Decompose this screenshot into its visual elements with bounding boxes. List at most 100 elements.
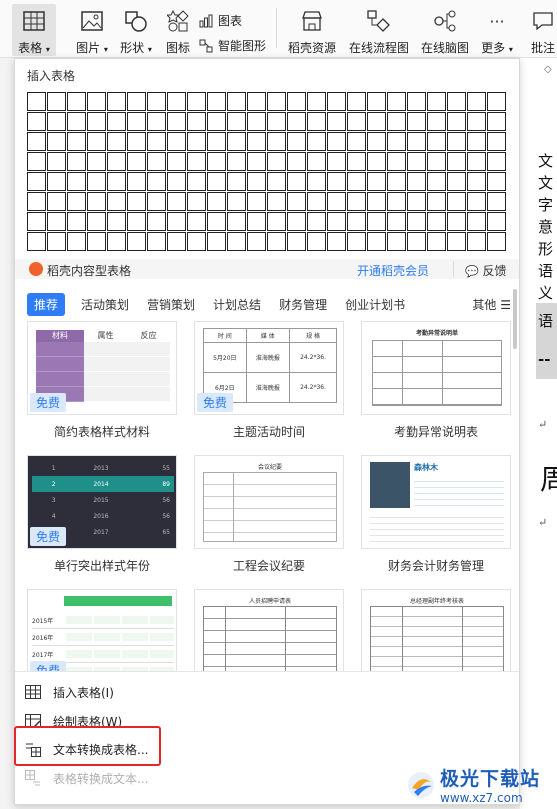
insert-table-menu-item[interactable]: 插入表格(I): [25, 678, 114, 706]
grid-cell[interactable]: [407, 152, 426, 171]
grid-cell[interactable]: [287, 152, 306, 171]
grid-cell[interactable]: [167, 172, 186, 191]
grid-cell[interactable]: [227, 152, 246, 171]
tab-plan-summary[interactable]: 计划总结: [213, 296, 261, 313]
grid-cell[interactable]: [347, 92, 366, 111]
grid-cell[interactable]: [407, 232, 426, 251]
grid-cell[interactable]: [347, 192, 366, 211]
grid-cell[interactable]: [67, 92, 86, 111]
grid-cell[interactable]: [107, 192, 126, 211]
grid-cell[interactable]: [307, 152, 326, 171]
grid-cell[interactable]: [407, 212, 426, 231]
grid-cell[interactable]: [447, 232, 466, 251]
table-button[interactable]: 表格 ▾: [12, 4, 56, 56]
mindmap-button[interactable]: 在线脑图: [417, 4, 473, 56]
grid-cell[interactable]: [327, 132, 346, 151]
grid-cell[interactable]: [307, 232, 326, 251]
grid-cell[interactable]: [47, 152, 66, 171]
grid-cell[interactable]: [447, 152, 466, 171]
grid-cell[interactable]: [287, 132, 306, 151]
grid-cell[interactable]: [407, 172, 426, 191]
tab-recommended[interactable]: 推荐: [27, 292, 66, 316]
grid-cell[interactable]: [207, 212, 226, 231]
grid-cell[interactable]: [287, 232, 306, 251]
grid-cell[interactable]: [267, 92, 286, 111]
tab-business-plan[interactable]: 创业计划书: [345, 296, 405, 313]
grid-cell[interactable]: [367, 132, 386, 151]
grid-cell[interactable]: [147, 192, 166, 211]
grid-cell[interactable]: [387, 152, 406, 171]
grid-cell[interactable]: [467, 212, 486, 231]
grid-cell[interactable]: [207, 192, 226, 211]
grid-cell[interactable]: [247, 112, 266, 131]
grid-cell[interactable]: [327, 152, 346, 171]
grid-cell[interactable]: [227, 132, 246, 151]
image-button[interactable]: 图片 ▾: [70, 4, 114, 56]
grid-cell[interactable]: [167, 152, 186, 171]
grid-cell[interactable]: [127, 192, 146, 211]
grid-cell[interactable]: [307, 132, 326, 151]
grid-cell[interactable]: [367, 152, 386, 171]
grid-cell[interactable]: [47, 192, 66, 211]
grid-cell[interactable]: [67, 212, 86, 231]
grid-cell[interactable]: [287, 92, 306, 111]
grid-cell[interactable]: [27, 172, 46, 191]
grid-cell[interactable]: [67, 132, 86, 151]
grid-cell[interactable]: [187, 112, 206, 131]
grid-cell[interactable]: [187, 92, 206, 111]
grid-cell[interactable]: [327, 232, 346, 251]
grid-cell[interactable]: [427, 152, 446, 171]
grid-cell[interactable]: [187, 232, 206, 251]
grid-cell[interactable]: [347, 152, 366, 171]
grid-cell[interactable]: [287, 112, 306, 131]
grid-cell[interactable]: [187, 172, 206, 191]
grid-cell[interactable]: [127, 232, 146, 251]
flowchart-button[interactable]: 在线流程图: [346, 4, 412, 56]
grid-cell[interactable]: [387, 132, 406, 151]
grid-cell[interactable]: [87, 132, 106, 151]
docer-resource-button[interactable]: 稻壳资源: [284, 4, 340, 56]
grid-cell[interactable]: [467, 152, 486, 171]
grid-cell[interactable]: [247, 212, 266, 231]
grid-cell[interactable]: [467, 192, 486, 211]
grid-cell[interactable]: [327, 112, 346, 131]
grid-cell[interactable]: [147, 212, 166, 231]
open-vip-link[interactable]: 开通稻壳会员: [357, 262, 429, 279]
grid-cell[interactable]: [207, 92, 226, 111]
grid-cell[interactable]: [127, 172, 146, 191]
grid-cell[interactable]: [247, 192, 266, 211]
grid-cell[interactable]: [367, 212, 386, 231]
grid-cell[interactable]: [347, 212, 366, 231]
grid-cell[interactable]: [27, 192, 46, 211]
grid-cell[interactable]: [407, 192, 426, 211]
grid-cell[interactable]: [127, 92, 146, 111]
grid-cell[interactable]: [447, 192, 466, 211]
grid-cell[interactable]: [347, 132, 366, 151]
grid-cell[interactable]: [207, 152, 226, 171]
grid-cell[interactable]: [367, 92, 386, 111]
chart-button[interactable]: 图表: [199, 12, 242, 29]
grid-cell[interactable]: [307, 92, 326, 111]
grid-cell[interactable]: [127, 212, 146, 231]
grid-cell[interactable]: [27, 232, 46, 251]
grid-cell[interactable]: [427, 232, 446, 251]
grid-cell[interactable]: [47, 92, 66, 111]
grid-cell[interactable]: [327, 172, 346, 191]
icon-button[interactable]: 图标: [160, 4, 196, 56]
grid-cell[interactable]: [67, 232, 86, 251]
grid-cell[interactable]: [207, 112, 226, 131]
grid-cell[interactable]: [427, 92, 446, 111]
grid-cell[interactable]: [467, 132, 486, 151]
grid-cell[interactable]: [227, 212, 246, 231]
grid-cell[interactable]: [267, 192, 286, 211]
grid-cell[interactable]: [127, 152, 146, 171]
smartart-button[interactable]: 智能图形: [199, 37, 266, 54]
grid-cell[interactable]: [67, 152, 86, 171]
grid-cell[interactable]: [87, 212, 106, 231]
grid-cell[interactable]: [167, 92, 186, 111]
grid-cell[interactable]: [367, 192, 386, 211]
grid-cell[interactable]: [167, 212, 186, 231]
grid-cell[interactable]: [147, 172, 166, 191]
grid-cell[interactable]: [487, 232, 506, 251]
grid-cell[interactable]: [47, 132, 66, 151]
